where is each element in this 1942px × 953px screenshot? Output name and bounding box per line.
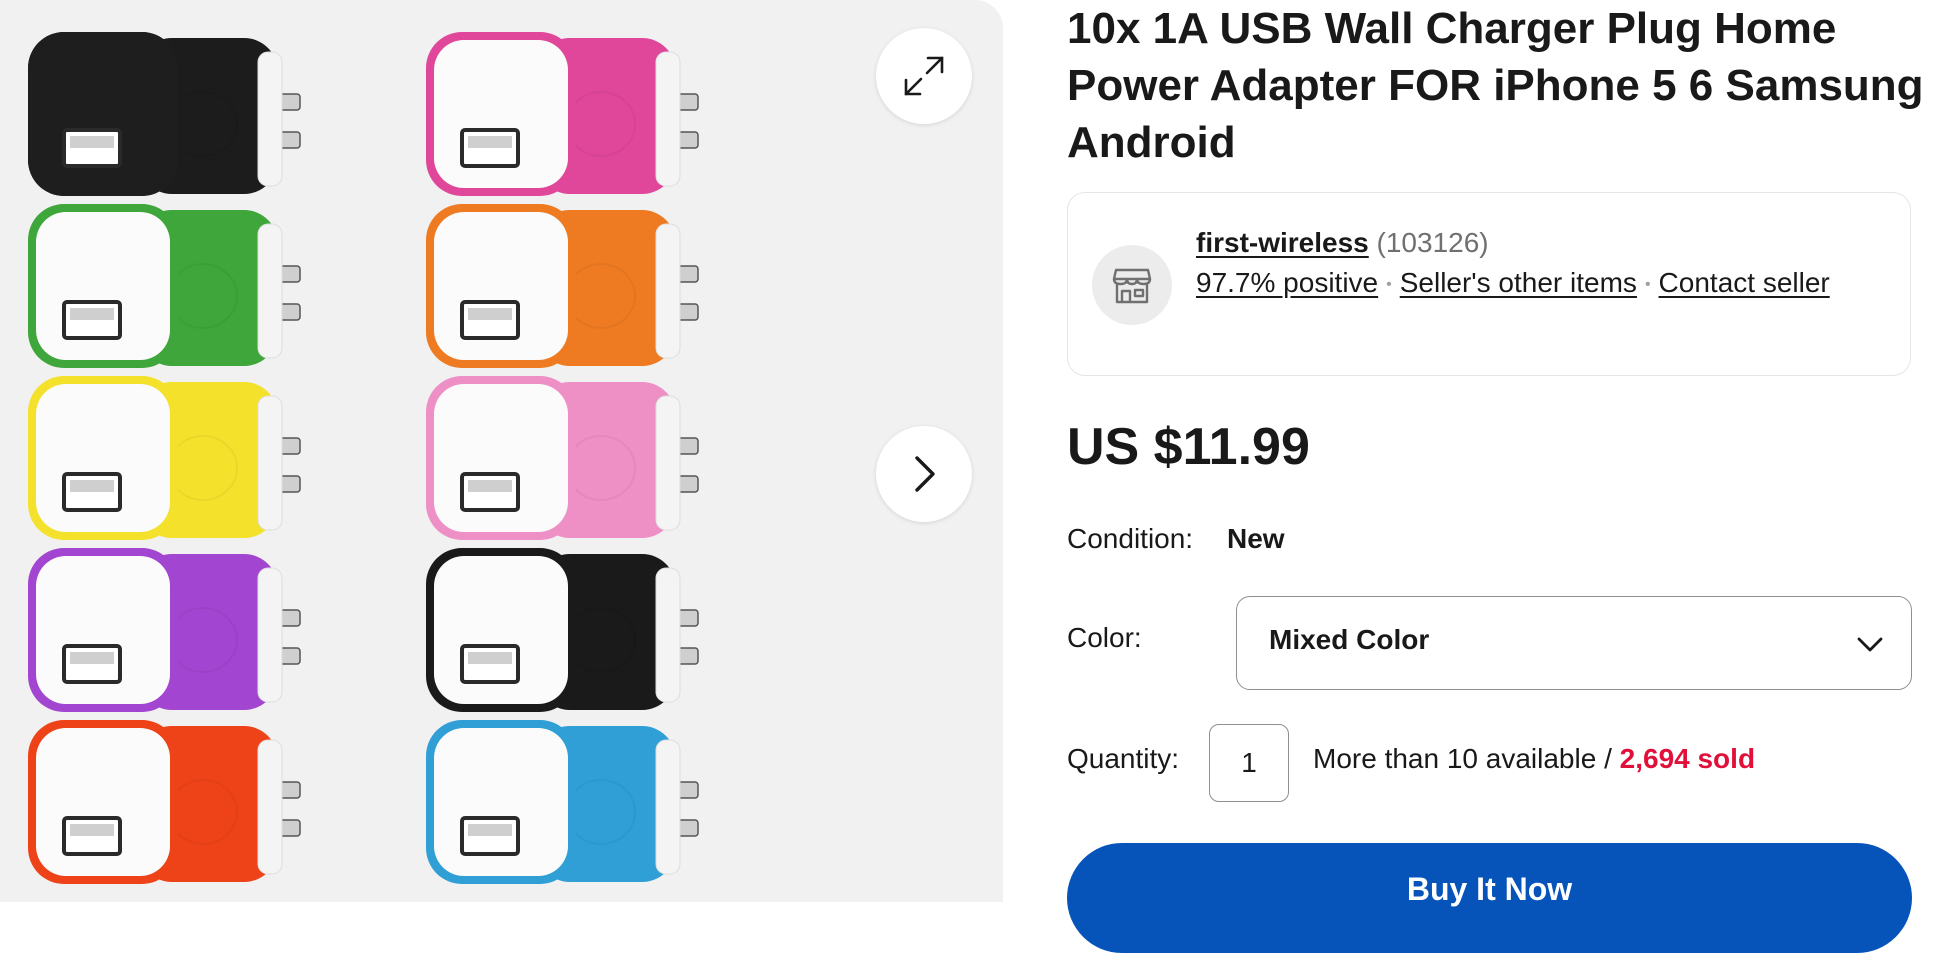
separator-dot: • [1386, 275, 1392, 293]
charger-cube [28, 720, 301, 884]
seller-feedback-count: (103126) [1376, 227, 1489, 258]
quantity-label: Quantity: [1067, 743, 1180, 774]
seller-info: first-wireless (103126) 97.7% positive • S… [1196, 223, 1886, 305]
seller-other-items-link[interactable]: Seller's other items [1400, 267, 1637, 298]
chevron-right-icon [915, 456, 935, 492]
seller-name-link[interactable]: first-wireless [1196, 227, 1369, 258]
charger-cube [426, 376, 699, 540]
charger-cube [28, 204, 301, 368]
color-selected-value: Mixed Color [1269, 624, 1430, 655]
separator-dot: • [1644, 275, 1651, 293]
charger-cube [28, 548, 301, 712]
charger-cube [426, 204, 699, 368]
buy-it-now-label: Buy It Now [1406, 871, 1573, 907]
quantity-input[interactable] [1209, 724, 1289, 802]
charger-cube [426, 32, 699, 196]
buy-it-now-button[interactable]: Buy It Now [1067, 843, 1912, 953]
available-count: More than 10 available / [1313, 743, 1620, 774]
seller-positive-link[interactable]: 97.7% positive [1196, 267, 1378, 298]
color-select[interactable]: Mixed Color [1236, 596, 1912, 690]
charger-cube [28, 32, 301, 196]
store-icon[interactable] [1092, 245, 1172, 325]
charger-cube [28, 376, 301, 540]
color-label: Color: [1067, 622, 1142, 653]
condition-value: New [1227, 523, 1285, 554]
charger-cube [426, 720, 699, 884]
product-title: 10x 1A USB Wall Charger Plug Home Power … [1067, 4, 1924, 167]
price: US $11.99 [1067, 418, 1310, 476]
seller-card: first-wireless (103126) 97.7% positive • S… [1067, 192, 1911, 376]
condition-label: Condition: [1067, 523, 1194, 554]
sold-count: 2,694 sold [1619, 743, 1756, 774]
charger-cube [426, 548, 699, 712]
chevron-down-icon [1857, 637, 1883, 652]
contact-seller-link[interactable]: Contact seller [1659, 267, 1830, 298]
expand-image-button[interactable] [876, 28, 972, 124]
availability-text: More than 10 available / 2,694 sold [1313, 743, 1755, 775]
product-image-gallery[interactable] [0, 0, 1003, 902]
expand-arrows-icon [904, 56, 944, 96]
product-image[interactable] [0, 0, 1003, 902]
next-image-button[interactable] [876, 426, 972, 522]
